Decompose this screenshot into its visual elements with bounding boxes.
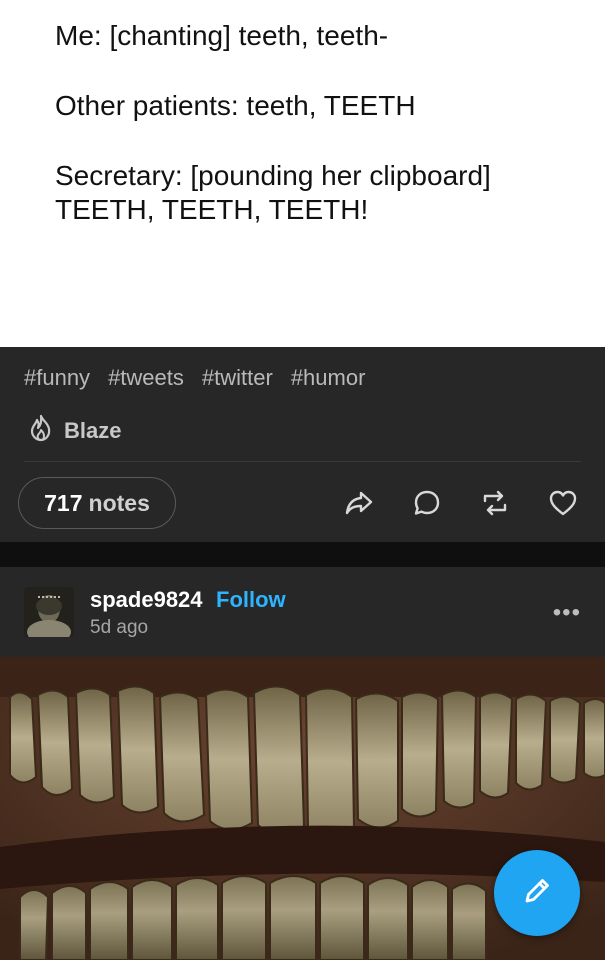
- post-header: spade9824 Follow 5d ago •••: [0, 567, 605, 657]
- tweet-line-4: TEETH, TEETH, TEETH!: [55, 194, 369, 225]
- tag-list: #funny #tweets #twitter #humor: [24, 365, 365, 391]
- more-options-icon[interactable]: •••: [553, 599, 581, 627]
- tweet-image[interactable]: Me: [chanting] teeth, teeth- Other patie…: [0, 0, 605, 347]
- tag-tweets[interactable]: #tweets: [108, 365, 184, 391]
- tag-twitter[interactable]: #twitter: [202, 365, 273, 391]
- notes-label: notes: [88, 489, 150, 516]
- blaze-button[interactable]: Blaze: [26, 413, 121, 448]
- follow-button[interactable]: Follow: [216, 587, 286, 613]
- post-footer: #funny #tweets #twitter #humor Blaze 717…: [0, 347, 605, 542]
- feed-separator: [0, 542, 605, 567]
- username[interactable]: spade9824: [90, 587, 203, 613]
- reblog-icon[interactable]: [477, 485, 513, 521]
- post-actions: [341, 485, 581, 521]
- tag-humor[interactable]: #humor: [291, 365, 366, 391]
- compose-button[interactable]: [494, 850, 580, 936]
- notes-button[interactable]: 717 notes: [18, 477, 176, 529]
- tweet-line-2: Other patients: teeth, TEETH: [55, 90, 416, 121]
- blaze-label: Blaze: [64, 417, 122, 443]
- divider: [24, 461, 581, 462]
- tweet-line-3: Secretary: [pounding her clipboard]: [55, 160, 491, 191]
- avatar[interactable]: [24, 587, 74, 637]
- like-icon[interactable]: [545, 485, 581, 521]
- share-icon[interactable]: [341, 485, 377, 521]
- flame-icon: [26, 413, 56, 448]
- reply-icon[interactable]: [409, 485, 445, 521]
- tag-funny[interactable]: #funny: [24, 365, 90, 391]
- notes-count: 717: [44, 489, 83, 516]
- tweet-line-1: Me: [chanting] teeth, teeth-: [55, 20, 389, 51]
- pencil-icon: [517, 871, 557, 916]
- post-timestamp: 5d ago: [90, 617, 149, 638]
